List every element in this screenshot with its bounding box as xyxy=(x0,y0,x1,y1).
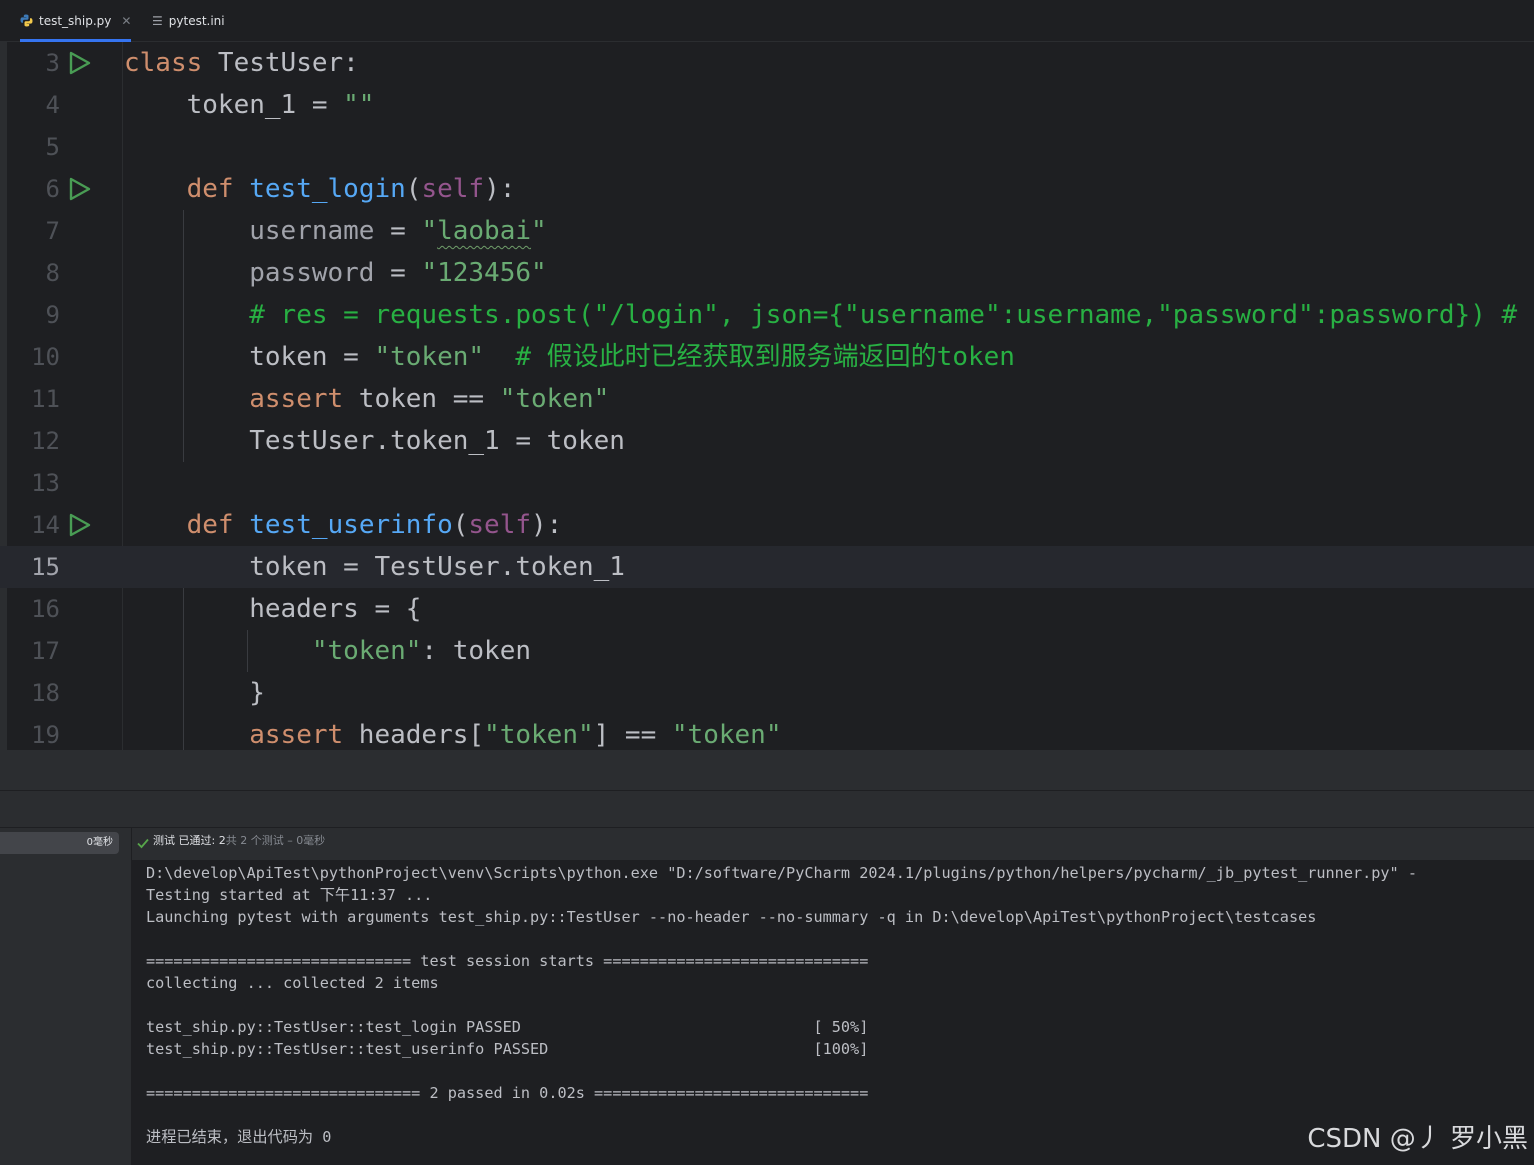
code-line[interactable]: 12 TestUser.token_1 = token xyxy=(0,420,1534,462)
run-icon[interactable] xyxy=(68,51,92,75)
console-line: D:\develop\ApiTest\pythonProject\venv\Sc… xyxy=(146,864,1417,882)
code-line[interactable]: 17 "token": token xyxy=(0,630,1534,672)
ini-file-icon: ☰ xyxy=(152,13,163,28)
test-status-bar: 测试 已通过: 2共 2 个测试 – 0毫秒 xyxy=(132,828,1534,860)
typo-warning: laobai xyxy=(437,216,532,246)
tab-test-ship-py[interactable]: test_ship.py ✕ xyxy=(20,0,132,42)
tab-pytest-ini[interactable]: ☰ pytest.ini xyxy=(152,0,225,41)
console-line: collecting ... collected 2 items xyxy=(146,974,439,992)
tab-label: pytest.ini xyxy=(168,13,225,28)
run-toolbar xyxy=(0,791,1534,828)
editor-tab-bar: test_ship.py ✕ ☰ pytest.ini xyxy=(0,0,1534,42)
tab-label: test_ship.py xyxy=(39,13,112,28)
console-line: test_ship.py::TestUser::test_login PASSE… xyxy=(146,1018,869,1036)
test-tree: 0毫秒 xyxy=(0,828,132,1165)
code-line[interactable]: 7 username = "laobai" xyxy=(0,210,1534,252)
code-line[interactable]: 19 assert headers["token"] == "token" xyxy=(0,714,1534,750)
line-number: 15 xyxy=(31,553,60,581)
run-icon[interactable] xyxy=(68,177,92,201)
console-line: ============================= test sessi… xyxy=(146,952,869,970)
line-number: 18 xyxy=(31,679,60,707)
line-number: 10 xyxy=(31,343,60,371)
line-number: 19 xyxy=(31,721,60,749)
code-line[interactable]: 10 token = "token" # 假设此时已经获取到服务端返回的toke… xyxy=(0,336,1534,378)
watermark: CSDN @丿 罗小黑 xyxy=(1307,1124,1528,1154)
console-line: 进程已结束，退出代码为 0 xyxy=(146,1128,332,1146)
code-line[interactable]: 11 assert token == "token" xyxy=(0,378,1534,420)
line-number: 7 xyxy=(45,217,60,245)
code-editor[interactable]: 3 class TestUser: 4 token_1 = "" 5 6 def… xyxy=(0,42,1534,750)
check-icon xyxy=(137,838,149,849)
line-number: 3 xyxy=(45,49,60,77)
code-line[interactable]: 18 } xyxy=(0,672,1534,714)
code-line[interactable]: 5 xyxy=(0,126,1534,168)
code-line[interactable]: 13 xyxy=(0,462,1534,504)
status-passed: 测试 已通过: 2 xyxy=(153,834,226,847)
line-number: 16 xyxy=(31,595,60,623)
panel-separator xyxy=(0,750,1534,791)
line-number: 14 xyxy=(31,511,60,539)
console-line: ============================== 2 passed … xyxy=(146,1084,869,1102)
line-number: 5 xyxy=(45,133,60,161)
line-number: 9 xyxy=(45,301,60,329)
close-icon[interactable]: ✕ xyxy=(121,14,131,28)
code-line[interactable]: 4 token_1 = "" xyxy=(0,84,1534,126)
line-number: 11 xyxy=(31,385,60,413)
run-icon[interactable] xyxy=(68,513,92,537)
console-line: Launching pytest with arguments test_shi… xyxy=(146,908,1317,926)
python-file-icon xyxy=(20,14,33,27)
line-number: 12 xyxy=(31,427,60,455)
code-line[interactable]: 9 # res = requests.post("/login", json={… xyxy=(0,294,1534,336)
line-number: 17 xyxy=(31,637,60,665)
code-line[interactable]: 3 class TestUser: xyxy=(0,42,1534,84)
line-number: 6 xyxy=(45,175,60,203)
code-line[interactable]: 16 headers = { xyxy=(0,588,1534,630)
line-number: 13 xyxy=(31,469,60,497)
code-line[interactable]: 14 def test_userinfo(self): xyxy=(0,504,1534,546)
console-line: test_ship.py::TestUser::test_userinfo PA… xyxy=(146,1040,869,1058)
test-tree-root-row[interactable]: 0毫秒 xyxy=(0,832,119,854)
line-number: 8 xyxy=(45,259,60,287)
code-line[interactable]: 6 def test_login(self): xyxy=(0,168,1534,210)
console-line: Testing started at 下午11:37 ... xyxy=(146,886,433,904)
test-duration: 0毫秒 xyxy=(86,837,113,848)
code-line[interactable]: 8 password = "123456" xyxy=(0,252,1534,294)
status-summary: 共 2 个测试 – 0毫秒 xyxy=(225,834,326,847)
current-code-line[interactable]: 15 token = TestUser.token_1 xyxy=(0,546,1534,588)
line-number: 4 xyxy=(45,91,60,119)
